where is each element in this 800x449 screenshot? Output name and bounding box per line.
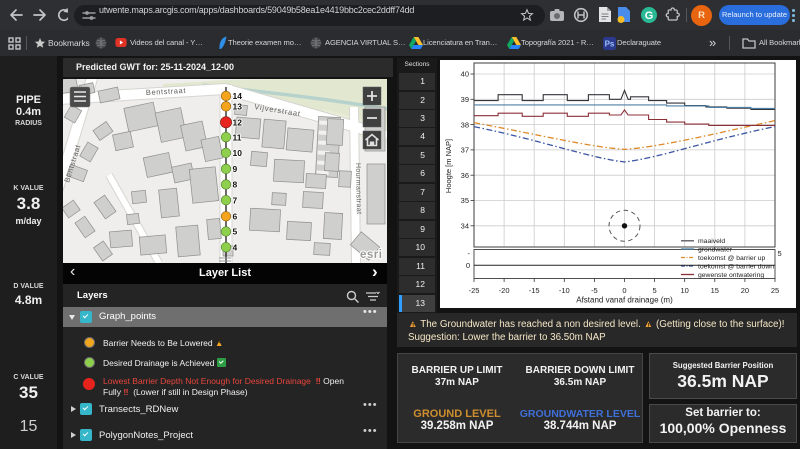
- svg-text:34: 34: [461, 222, 469, 231]
- svg-text:5: 5: [653, 286, 657, 295]
- svg-text:0: 0: [622, 286, 626, 295]
- svg-text:12: 12: [233, 118, 243, 128]
- svg-text:14: 14: [233, 91, 243, 101]
- svg-text:38: 38: [461, 120, 469, 129]
- svg-text:8: 8: [233, 180, 238, 190]
- svg-text:-25: -25: [469, 286, 480, 295]
- svg-text:0: 0: [466, 261, 470, 270]
- svg-text:6: 6: [233, 212, 238, 222]
- svg-text:4: 4: [233, 242, 238, 252]
- svg-text:5: 5: [233, 227, 238, 237]
- svg-text:5: 5: [778, 249, 782, 258]
- svg-text:toekomst @ barrier up: toekomst @ barrier up: [698, 255, 766, 262]
- svg-text:gewenste ontwatering: gewenste ontwatering: [698, 272, 764, 279]
- svg-text:39: 39: [461, 95, 469, 104]
- svg-text:11: 11: [233, 132, 242, 142]
- svg-text:10: 10: [681, 286, 689, 295]
- svg-text:13: 13: [233, 102, 243, 112]
- svg-text:15: 15: [711, 286, 719, 295]
- svg-text:toekomst @ barrier down: toekomst @ barrier down: [698, 263, 774, 270]
- svg-text:Hoogte [m NAP]: Hoogte [m NAP]: [444, 139, 453, 193]
- svg-text:-10: -10: [559, 286, 570, 295]
- svg-text:Afstand vanaf drainage (m): Afstand vanaf drainage (m): [576, 296, 673, 305]
- svg-text:36: 36: [461, 171, 469, 180]
- svg-text:grondwater: grondwater: [698, 246, 733, 253]
- svg-text:7: 7: [233, 195, 238, 205]
- svg-text:Hourmanstraat: Hourmanstraat: [354, 163, 362, 215]
- svg-text:-5: -5: [591, 286, 598, 295]
- svg-text:9: 9: [233, 164, 238, 174]
- svg-text:G: G: [645, 10, 654, 22]
- svg-text:25: 25: [771, 286, 779, 295]
- svg-text:Ps: Ps: [605, 40, 615, 49]
- svg-text:-20: -20: [499, 286, 510, 295]
- svg-text:esri: esri: [360, 249, 382, 261]
- svg-text:35: 35: [461, 196, 469, 205]
- svg-text:40: 40: [461, 70, 469, 79]
- svg-text:20: 20: [741, 286, 749, 295]
- svg-text:maaiveld: maaiveld: [698, 238, 725, 245]
- svg-text:37: 37: [461, 146, 469, 155]
- svg-text:-15: -15: [529, 286, 540, 295]
- svg-text:10: 10: [233, 148, 243, 158]
